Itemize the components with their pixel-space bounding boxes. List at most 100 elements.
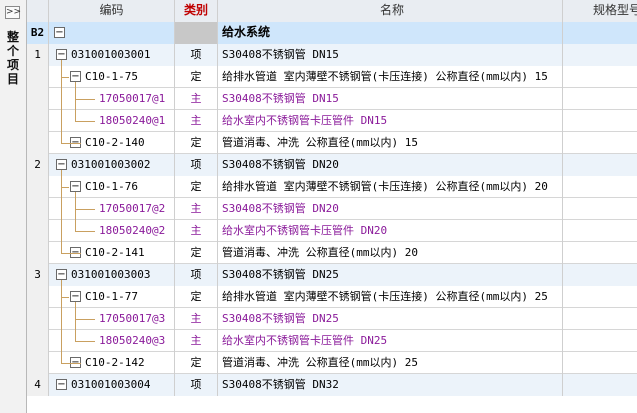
row-name[interactable]: 管道消毒、冲洗 公称直径(mm以内) 20 xyxy=(218,242,563,264)
tree-connector-line xyxy=(75,319,95,320)
row-code[interactable]: −031001003001 xyxy=(49,44,175,66)
row-name[interactable]: S30408不锈钢管 DN15 xyxy=(218,88,563,110)
table-row[interactable]: 17050017@3 主 S30408不锈钢管 DN25 xyxy=(27,308,637,330)
row-type[interactable]: 项 xyxy=(175,374,218,396)
row-type[interactable]: 主 xyxy=(175,220,218,242)
collapse-toggle[interactable]: − xyxy=(56,379,67,390)
row-spec[interactable] xyxy=(563,44,637,66)
row-name[interactable]: 管道消毒、冲洗 公称直径(mm以内) 25 xyxy=(218,352,563,374)
tree-connector-line xyxy=(75,99,95,100)
row-type[interactable]: 定 xyxy=(175,132,218,154)
row-spec[interactable] xyxy=(563,242,637,264)
tree-connector-line xyxy=(61,77,69,78)
tree-connector-line xyxy=(61,60,62,143)
row-type[interactable]: 主 xyxy=(175,88,218,110)
row-spec[interactable] xyxy=(563,110,637,132)
row-name[interactable]: 给水室内不锈钢管卡压管件 DN25 xyxy=(218,330,563,352)
row-name[interactable]: 给水室内不锈钢管卡压管件 DN20 xyxy=(218,220,563,242)
table-row[interactable]: 18050240@2 主给水室内不锈钢管卡压管件 DN20 xyxy=(27,220,637,242)
row-spec[interactable] xyxy=(563,176,637,198)
row-type[interactable]: 定 xyxy=(175,286,218,308)
table-row[interactable]: − C10-2-142 定管道消毒、冲洗 公称直径(mm以内) 25 xyxy=(27,352,637,374)
row-type[interactable]: 主 xyxy=(175,198,218,220)
row-spec[interactable] xyxy=(563,88,637,110)
row-code[interactable]: −031001003004 xyxy=(49,374,175,396)
row-name[interactable]: S30408不锈钢管 DN20 xyxy=(218,198,563,220)
row-index xyxy=(27,308,49,330)
row-spec[interactable] xyxy=(563,352,637,374)
row-spec[interactable] xyxy=(563,286,637,308)
table-row[interactable]: − C10-1-77 定给排水管道 室内薄壁不锈钢管(卡压连接) 公称直径(mm以内… xyxy=(27,286,637,308)
table-row[interactable]: − C10-1-76 定给排水管道 室内薄壁不锈钢管(卡压连接) 公称直径(mm以内… xyxy=(27,176,637,198)
row-spec[interactable] xyxy=(563,308,637,330)
row-index xyxy=(27,66,49,88)
collapse-toggle[interactable]: − xyxy=(70,181,81,192)
row-type[interactable]: 主 xyxy=(175,110,218,132)
row-code-text: 18050240@2 xyxy=(99,224,166,237)
row-type[interactable]: 定 xyxy=(175,242,218,264)
row-type[interactable]: 项 xyxy=(175,264,218,286)
header-name[interactable]: 名称 xyxy=(218,0,563,22)
row-spec[interactable] xyxy=(563,198,637,220)
tree-connector-line xyxy=(61,297,69,298)
row-spec[interactable] xyxy=(563,220,637,242)
table-row[interactable]: 17050017@1 主 S30408不锈钢管 DN15 xyxy=(27,88,637,110)
table-row[interactable]: 1−031001003001 项 S30408不锈钢管 DN15 xyxy=(27,44,637,66)
row-code[interactable]: 17050017@3 xyxy=(49,308,175,330)
system-row[interactable]: B2 − 给水系统 xyxy=(27,22,637,44)
row-type[interactable]: 定 xyxy=(175,66,218,88)
system-row-type[interactable] xyxy=(175,22,218,44)
bill-grid: 编码 类别 名称 规格型号 B2 − 给水系统 1−031001003001 项 S… xyxy=(27,0,637,413)
row-name[interactable]: 给水室内不锈钢管卡压管件 DN15 xyxy=(218,110,563,132)
collapse-toggle[interactable]: − xyxy=(56,49,67,60)
header-code[interactable]: 编码 xyxy=(49,0,175,22)
row-type[interactable]: 项 xyxy=(175,154,218,176)
row-name[interactable]: S30408不锈钢管 DN20 xyxy=(218,154,563,176)
table-row[interactable]: 17050017@2 主 S30408不锈钢管 DN20 xyxy=(27,198,637,220)
row-code-text: C10-2-140 xyxy=(85,136,145,149)
row-name[interactable]: 管道消毒、冲洗 公称直径(mm以内) 15 xyxy=(218,132,563,154)
row-spec[interactable] xyxy=(563,264,637,286)
row-spec[interactable] xyxy=(563,66,637,88)
collapse-toggle[interactable]: − xyxy=(70,71,81,82)
row-code[interactable]: −031001003002 xyxy=(49,154,175,176)
row-code[interactable]: 17050017@2 xyxy=(49,198,175,220)
row-code[interactable]: −031001003003 xyxy=(49,264,175,286)
table-row[interactable]: − C10-1-75 定给排水管道 室内薄壁不锈钢管(卡压连接) 公称直径(mm以内… xyxy=(27,66,637,88)
table-row[interactable]: 18050240@1 主给水室内不锈钢管卡压管件 DN15 xyxy=(27,110,637,132)
table-row[interactable]: 2−031001003002 项 S30408不锈钢管 DN20 xyxy=(27,154,637,176)
row-type[interactable]: 定 xyxy=(175,176,218,198)
collapse-toggle[interactable]: − xyxy=(54,27,65,38)
row-code[interactable]: 18050240@2 xyxy=(49,220,175,242)
row-name[interactable]: 给排水管道 室内薄壁不锈钢管(卡压连接) 公称直径(mm以内) 20 xyxy=(218,176,563,198)
table-row[interactable]: 18050240@3 主给水室内不锈钢管卡压管件 DN25 xyxy=(27,330,637,352)
table-row[interactable]: 3−031001003003 项 S30408不锈钢管 DN25 xyxy=(27,264,637,286)
row-code[interactable]: 18050240@1 xyxy=(49,110,175,132)
row-name[interactable]: S30408不锈钢管 DN15 xyxy=(218,44,563,66)
row-spec[interactable] xyxy=(563,330,637,352)
row-spec[interactable] xyxy=(563,154,637,176)
row-spec[interactable] xyxy=(563,374,637,396)
collapse-toggle[interactable]: − xyxy=(56,159,67,170)
row-code[interactable]: 18050240@3 xyxy=(49,330,175,352)
row-name[interactable]: 给排水管道 室内薄壁不锈钢管(卡压连接) 公称直径(mm以内) 15 xyxy=(218,66,563,88)
row-type[interactable]: 主 xyxy=(175,308,218,330)
row-code[interactable]: 17050017@1 xyxy=(49,88,175,110)
row-type[interactable]: 项 xyxy=(175,44,218,66)
collapse-toggle[interactable]: − xyxy=(56,269,67,280)
whole-project-label[interactable]: 整个项目 xyxy=(4,30,22,86)
row-spec[interactable] xyxy=(563,132,637,154)
table-row[interactable]: 4−031001003004 项 S30408不锈钢管 DN32 xyxy=(27,374,637,396)
table-row[interactable]: − C10-2-141 定管道消毒、冲洗 公称直径(mm以内) 20 xyxy=(27,242,637,264)
row-name[interactable]: S30408不锈钢管 DN25 xyxy=(218,264,563,286)
row-type[interactable]: 定 xyxy=(175,352,218,374)
row-name[interactable]: S30408不锈钢管 DN25 xyxy=(218,308,563,330)
collapse-toggle[interactable]: − xyxy=(70,291,81,302)
header-spec[interactable]: 规格型号 xyxy=(563,0,637,22)
row-name[interactable]: 给排水管道 室内薄壁不锈钢管(卡压连接) 公称直径(mm以内) 25 xyxy=(218,286,563,308)
table-row[interactable]: − C10-2-140 定管道消毒、冲洗 公称直径(mm以内) 15 xyxy=(27,132,637,154)
header-type[interactable]: 类别 xyxy=(175,0,218,22)
expand-panel-button[interactable]: >> xyxy=(5,6,21,19)
row-type[interactable]: 主 xyxy=(175,330,218,352)
row-name[interactable]: S30408不锈钢管 DN32 xyxy=(218,374,563,396)
